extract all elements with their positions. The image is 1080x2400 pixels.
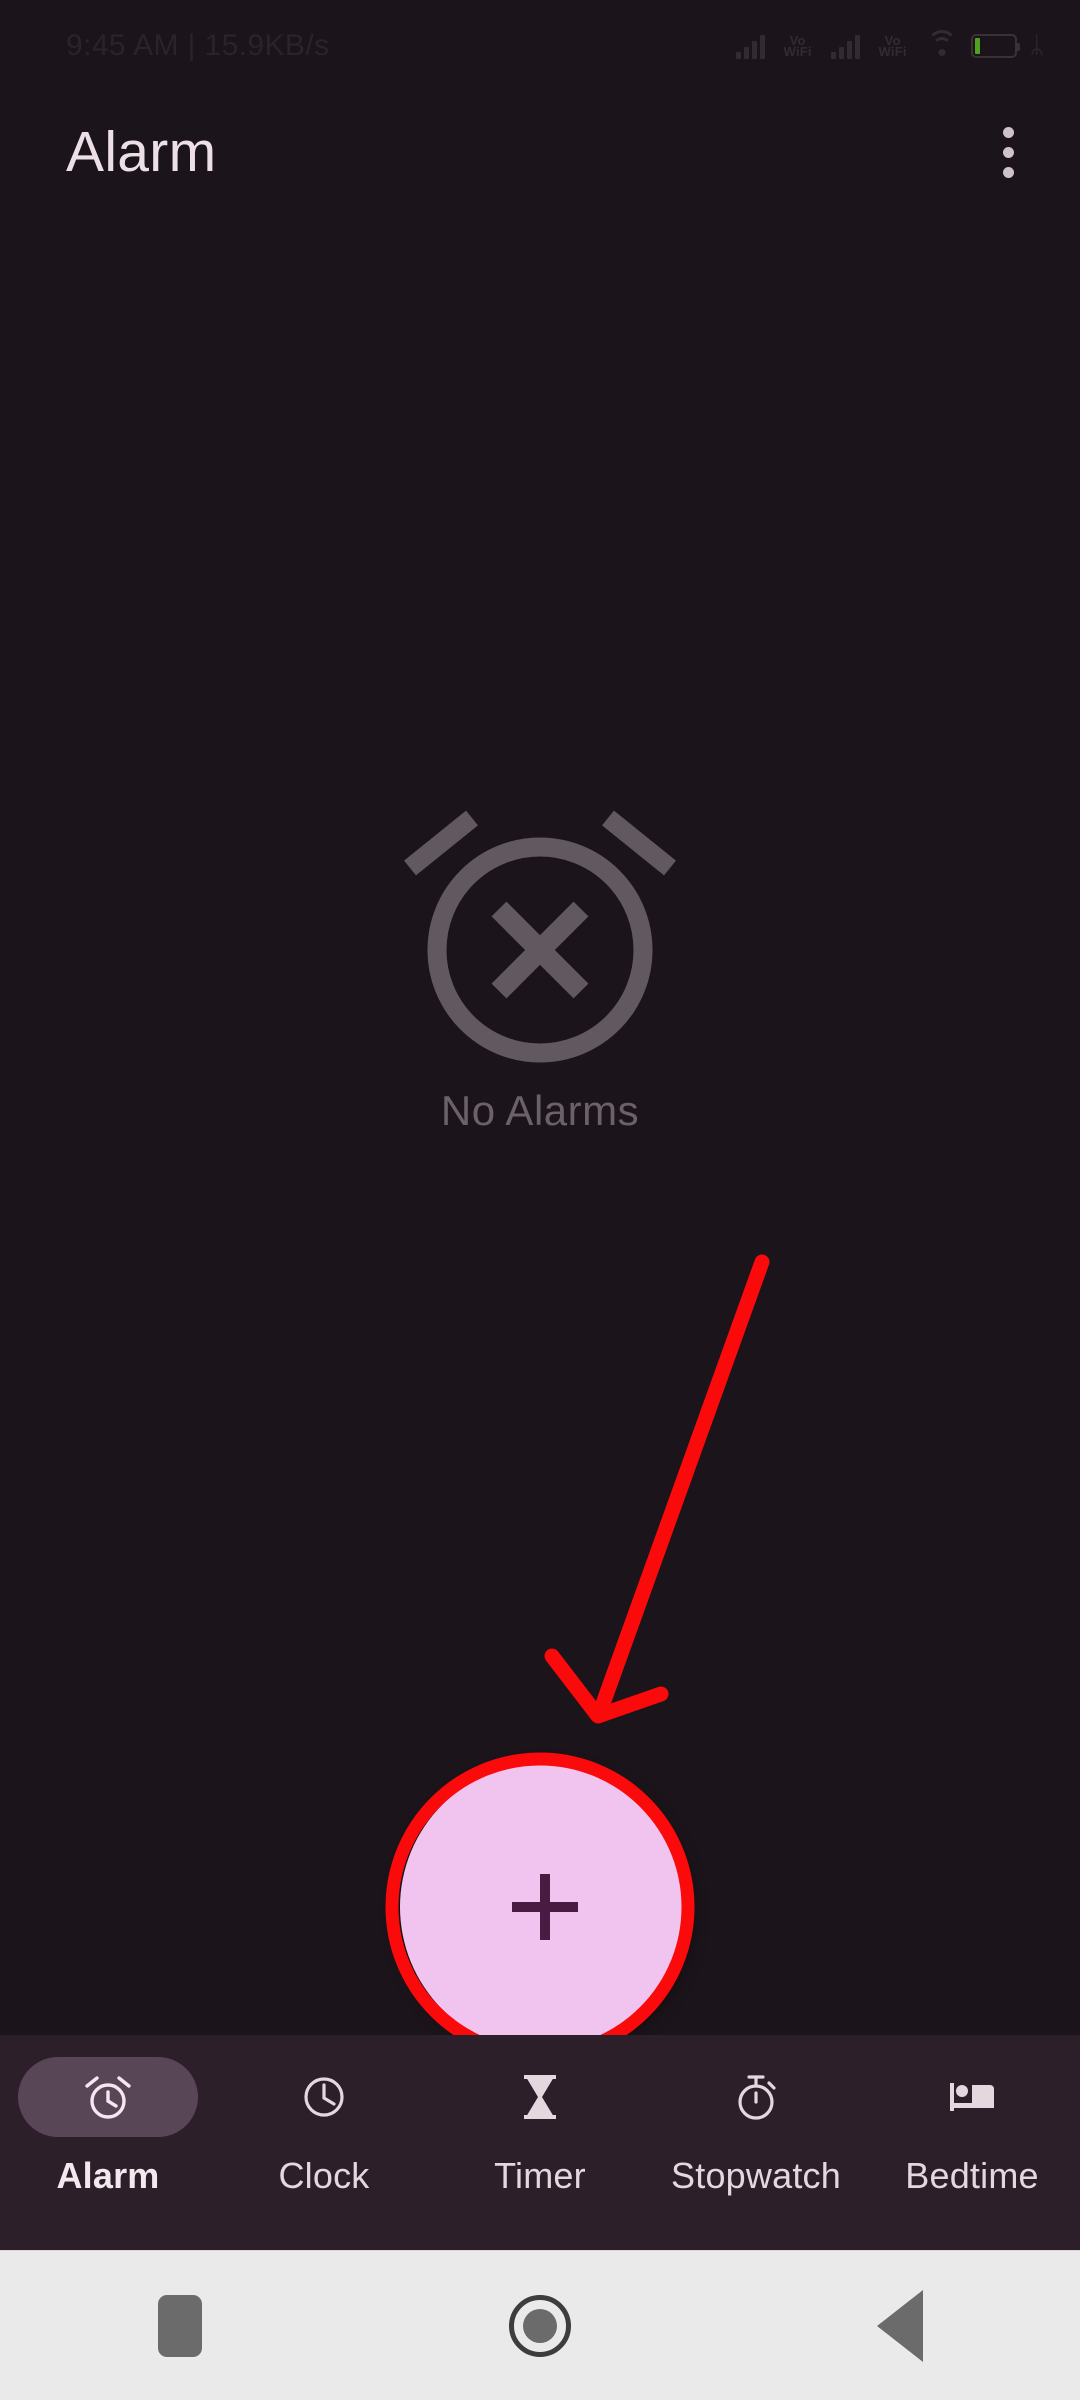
empty-state: No Alarms	[0, 800, 1080, 1135]
system-navigation-bar	[0, 2250, 1080, 2400]
phone-screen: 9:45 AM | 15.9KB/s Vo WiFi Vo WiFi ᛦ Ala…	[0, 0, 1080, 2400]
tab-clock-label: Clock	[278, 2155, 370, 2196]
signal-bars-icon-2	[830, 33, 860, 59]
tab-timer-pill	[450, 2057, 630, 2137]
tab-alarm-pill	[18, 2057, 198, 2137]
bluetooth-icon: ᛦ	[1029, 32, 1044, 59]
tab-timer-label: Timer	[494, 2155, 586, 2196]
tab-bedtime[interactable]: Bedtime	[864, 2057, 1080, 2197]
wifi-icon	[926, 30, 958, 58]
status-bar: 9:45 AM | 15.9KB/s Vo WiFi Vo WiFi ᛦ	[0, 0, 1080, 92]
hourglass-icon	[524, 2075, 556, 2119]
home-icon	[509, 2294, 571, 2357]
overflow-menu-icon[interactable]	[983, 113, 1034, 192]
annotation-arrow-shaft	[592, 1254, 770, 1720]
vowifi-label-bottom: WiFi	[783, 44, 812, 59]
tab-stopwatch-pill	[666, 2057, 846, 2137]
annotation-arrow-head	[544, 1648, 669, 1724]
app-bar: Alarm	[0, 92, 1080, 212]
tab-bedtime-label: Bedtime	[905, 2155, 1039, 2196]
alarm-off-icon	[404, 810, 676, 1063]
clock-icon	[304, 2077, 344, 2117]
signal-bars-icon	[735, 33, 765, 59]
tab-stopwatch-label: Stopwatch	[671, 2155, 841, 2196]
page-title: Alarm	[66, 120, 217, 184]
overflow-dot-2	[1003, 146, 1014, 158]
tab-bedtime-pill	[882, 2057, 1062, 2137]
add-alarm-fab[interactable]	[400, 1762, 690, 2052]
tab-clock-pill	[234, 2057, 414, 2137]
battery-charging-icon	[970, 34, 1020, 58]
home-button[interactable]	[470, 2271, 610, 2381]
tab-alarm[interactable]: Alarm	[0, 2057, 216, 2197]
overflow-dot-3	[1003, 166, 1014, 178]
recents-button[interactable]	[110, 2271, 250, 2381]
recents-icon	[158, 2294, 202, 2357]
vowifi2-label-bottom: WiFi	[878, 44, 907, 59]
vowifi-icon: Vo WiFi	[778, 34, 818, 59]
stopwatch-icon	[738, 2075, 776, 2120]
bed-icon	[950, 2083, 994, 2111]
tab-alarm-label: Alarm	[56, 2155, 160, 2196]
tab-timer[interactable]: Timer	[432, 2057, 648, 2197]
tab-clock[interactable]: Clock	[216, 2057, 432, 2197]
overflow-dot-1	[1003, 126, 1014, 138]
empty-state-label: No Alarms	[440, 1087, 640, 1134]
bottom-navigation-bar: Alarm Clock Timer Stopwatch Bedtime	[0, 2035, 1080, 2250]
vowifi-icon-2: Vo WiFi	[873, 34, 913, 59]
back-button[interactable]	[830, 2271, 970, 2381]
plus-icon	[512, 1874, 578, 1940]
back-icon	[877, 2289, 923, 2362]
alarm-clock-icon	[85, 2076, 131, 2119]
tab-stopwatch[interactable]: Stopwatch	[648, 2057, 864, 2197]
status-bar-icons: Vo WiFi Vo WiFi ᛦ	[735, 26, 1044, 66]
status-bar-left-text: 9:45 AM | 15.9KB/s	[66, 29, 330, 62]
